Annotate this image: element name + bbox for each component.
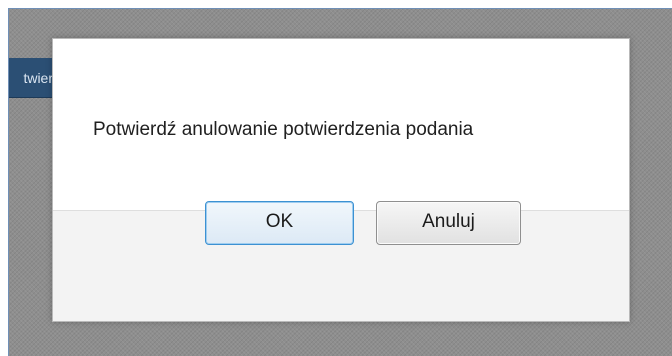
- cancel-button[interactable]: Anuluj: [376, 201, 521, 245]
- background-tab[interactable]: twier: [9, 58, 55, 98]
- dialog-message: Potwierdź anulowanie potwierdzenia podan…: [93, 119, 474, 140]
- ok-button[interactable]: OK: [205, 201, 354, 245]
- dialog-body: Potwierdź anulowanie potwierdzenia podan…: [53, 39, 629, 211]
- confirm-dialog: Potwierdź anulowanie potwierdzenia podan…: [52, 38, 630, 322]
